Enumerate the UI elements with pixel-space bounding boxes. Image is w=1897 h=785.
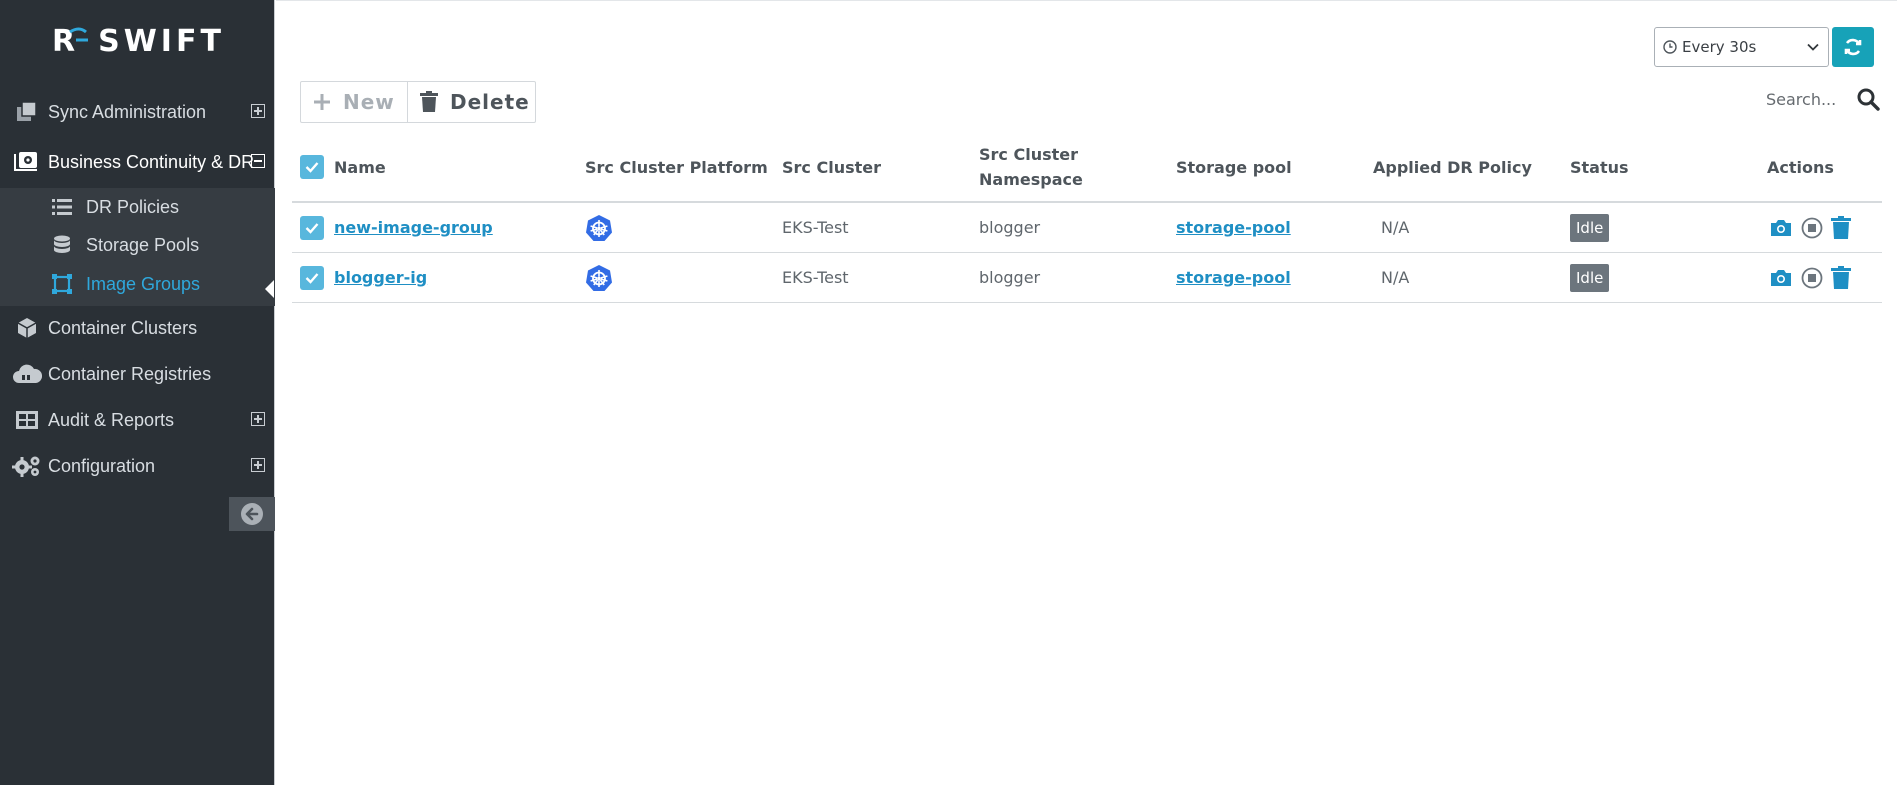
column-header-namespace-line2: Namespace xyxy=(979,170,1083,189)
snapshot-camera-icon[interactable] xyxy=(1769,218,1793,238)
sidebar-subitem-image-groups[interactable]: Image Groups xyxy=(0,265,275,303)
refresh-button[interactable] xyxy=(1832,27,1874,67)
gears-icon xyxy=(12,453,42,479)
check-icon xyxy=(305,272,319,284)
image-group-icon xyxy=(50,273,74,295)
snapshot-camera-icon[interactable] xyxy=(1769,268,1793,288)
sidebar-item-sync-administration[interactable]: Sync Administration xyxy=(0,89,275,135)
column-header-policy[interactable]: Applied DR Policy xyxy=(1373,133,1532,201)
new-button[interactable]: New xyxy=(301,82,408,122)
sidebar-subitem-storage-pools[interactable]: Storage Pools xyxy=(0,226,275,264)
expand-plus-icon[interactable] xyxy=(251,458,265,472)
namespace-name: blogger xyxy=(979,268,1041,287)
stop-circle-icon[interactable] xyxy=(1801,217,1823,239)
dr-policy-value: N/A xyxy=(1381,218,1410,237)
collapse-sidebar-button[interactable] xyxy=(229,497,275,531)
column-header-cluster[interactable]: Src Cluster xyxy=(782,133,881,201)
column-header-status[interactable]: Status xyxy=(1570,133,1629,201)
sidebar-item-label: Container Clusters xyxy=(48,317,198,338)
cluster-name: EKS-Test xyxy=(782,218,849,237)
expand-plus-icon[interactable] xyxy=(251,412,265,426)
search-icon[interactable] xyxy=(1856,87,1880,111)
image-group-name-link[interactable]: blogger-ig xyxy=(334,268,427,287)
image-groups-table: Name Src Cluster Platform Src Cluster Sr… xyxy=(292,133,1882,303)
kubernetes-icon xyxy=(585,203,613,252)
image-group-name-link[interactable]: new-image-group xyxy=(334,218,493,237)
sidebar-subitem-label: Storage Pools xyxy=(86,234,200,255)
sidebar: R SWIFT Sync Administration Business Con… xyxy=(0,0,275,785)
check-icon xyxy=(305,162,319,173)
stop-circle-icon[interactable] xyxy=(1801,267,1823,289)
plus-icon xyxy=(313,93,331,111)
select-all-checkbox[interactable] xyxy=(300,133,324,201)
app-window: R SWIFT Sync Administration Business Con… xyxy=(0,0,1897,785)
row-checkbox[interactable] xyxy=(300,203,324,252)
sidebar-item-label: Container Registries xyxy=(48,363,212,384)
table-icon xyxy=(12,407,42,433)
refresh-interval-select[interactable]: Every 30s xyxy=(1654,27,1829,67)
sidebar-subitem-dr-policies[interactable]: DR Policies xyxy=(0,188,275,226)
logo-swoosh-icon xyxy=(69,27,88,42)
column-header-actions: Actions xyxy=(1767,157,1834,177)
new-button-label: New xyxy=(343,90,395,114)
sidebar-item-label: Business Continuity & DR xyxy=(48,151,255,172)
brand-name: SWIFT xyxy=(98,24,225,59)
chevron-down-icon xyxy=(1807,43,1819,51)
storage-pool-link[interactable]: storage-pool xyxy=(1176,218,1291,237)
delete-button[interactable]: Delete xyxy=(408,82,535,122)
namespace-name: blogger xyxy=(979,218,1041,237)
cluster-name: EKS-Test xyxy=(782,268,849,287)
table-header: Name Src Cluster Platform Src Cluster Sr… xyxy=(292,133,1882,203)
trash-icon xyxy=(420,91,438,113)
refresh-interval-value: Every 30s xyxy=(1682,38,1757,56)
sidebar-item-configuration[interactable]: Configuration xyxy=(0,443,275,489)
row-checkbox[interactable] xyxy=(300,253,324,302)
arrow-left-circle-icon xyxy=(241,503,263,525)
sidebar-item-label: Audit & Reports xyxy=(48,409,175,430)
storage-pool-link[interactable]: storage-pool xyxy=(1176,268,1291,287)
continuity-gear-icon xyxy=(12,149,42,175)
sidebar-subnav: DR Policies Storage Pools Image Groups xyxy=(0,188,275,306)
row-actions xyxy=(1769,253,1851,302)
sidebar-subitem-label: DR Policies xyxy=(86,196,180,217)
table-row[interactable]: new-image-group EKS-Test blogger storage… xyxy=(292,203,1882,253)
clock-icon xyxy=(1663,40,1677,54)
table-row[interactable]: blogger-ig EKS-Test blogger storage-pool… xyxy=(292,253,1882,303)
kubernetes-icon xyxy=(585,253,613,302)
dr-policy-value: N/A xyxy=(1381,268,1410,287)
delete-trash-icon[interactable] xyxy=(1831,265,1851,290)
column-header-name[interactable]: Name xyxy=(334,133,386,201)
action-toolbar: New Delete xyxy=(300,81,536,123)
sidebar-item-label: Configuration xyxy=(48,455,156,476)
refresh-icon xyxy=(1844,38,1862,56)
status-badge: Idle xyxy=(1570,263,1610,292)
expand-plus-icon[interactable] xyxy=(251,104,265,118)
delete-button-label: Delete xyxy=(450,90,530,114)
status-badge: Idle xyxy=(1570,213,1610,242)
sidebar-item-audit-reports[interactable]: Audit & Reports xyxy=(0,397,275,443)
collapse-minus-icon[interactable] xyxy=(251,154,265,168)
brand-logo[interactable]: R SWIFT xyxy=(52,24,225,59)
search-input[interactable] xyxy=(1766,89,1846,109)
sidebar-item-label: Sync Administration xyxy=(48,101,207,122)
column-header-storage[interactable]: Storage pool xyxy=(1176,133,1292,201)
database-icon xyxy=(50,234,74,256)
sidebar-item-container-registries[interactable]: Container Registries xyxy=(0,351,275,397)
check-icon xyxy=(305,222,319,234)
sidebar-item-business-continuity[interactable]: Business Continuity & DR xyxy=(0,139,275,185)
column-header-namespace[interactable]: Src Cluster Namespace xyxy=(979,133,1083,201)
search-box xyxy=(1766,87,1880,111)
sidebar-subitem-label: Image Groups xyxy=(86,273,201,294)
cube-icon xyxy=(12,315,42,341)
sidebar-item-container-clusters[interactable]: Container Clusters xyxy=(0,305,275,351)
list-icon xyxy=(50,196,74,218)
main-content: Every 30s New Delete Search... Name Src … xyxy=(276,0,1897,785)
column-header-platform[interactable]: Src Cluster Platform xyxy=(585,133,768,201)
copy-icon xyxy=(12,99,42,125)
delete-trash-icon[interactable] xyxy=(1831,215,1851,240)
active-indicator-caret xyxy=(265,280,274,298)
row-actions xyxy=(1769,203,1851,252)
cloud-icon xyxy=(12,361,42,387)
column-header-namespace-line1: Src Cluster xyxy=(979,145,1078,164)
